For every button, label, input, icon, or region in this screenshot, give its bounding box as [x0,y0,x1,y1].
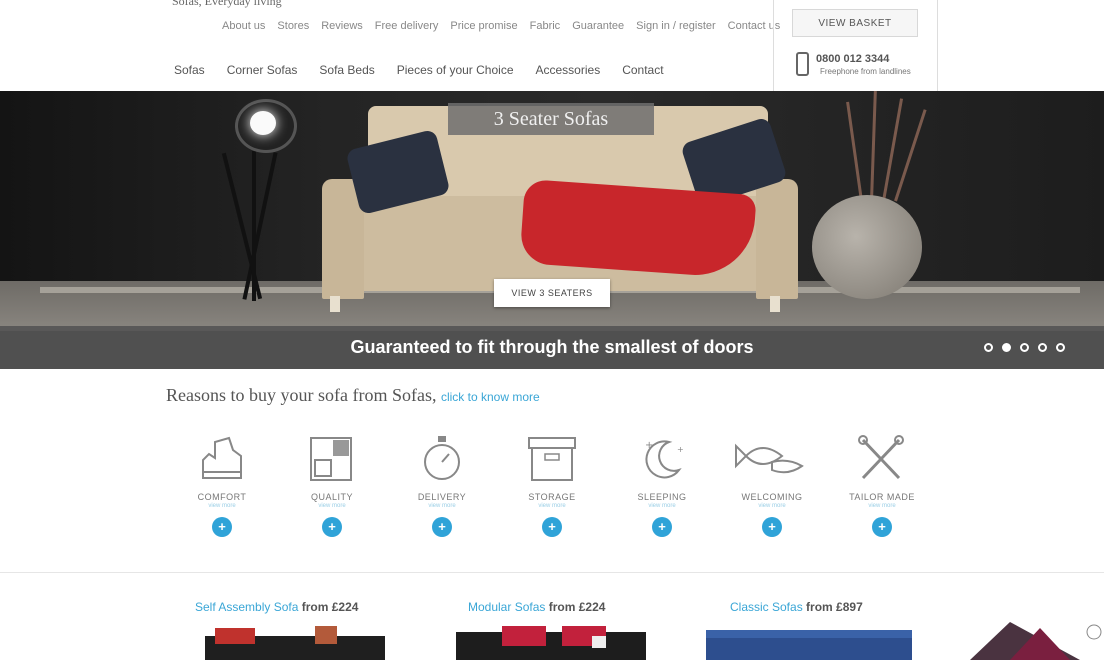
section-divider [0,572,1104,573]
main-nav-item-sofas[interactable]: Sofas [174,63,205,77]
main-nav-item-corner-sofas[interactable]: Corner Sofas [227,63,298,77]
frame-icon [310,437,352,481]
reason-title: STORAGE [528,492,576,502]
svg-text:+: + [677,445,684,454]
top-nav-item[interactable]: Stores [277,20,309,32]
main-nav-item-pieces[interactable]: Pieces of your Choice [397,63,514,77]
reason-item[interactable]: QUALITY view more + [277,432,387,537]
product-price: from £224 [301,600,359,614]
slider-dot[interactable] [984,343,993,352]
site-tagline: Sofas, Everyday living [172,0,282,8]
hero-caption: Guaranteed to fit through the smallest o… [350,337,754,357]
top-nav-item[interactable]: Fabric [530,20,561,32]
reason-item[interactable]: TAILOR MADE view more + [827,432,937,537]
product-name[interactable]: Self Assembly Sofa [195,600,298,614]
reason-title: WELCOMING [741,492,803,502]
sofa-leg [770,296,780,312]
product-title[interactable]: Modular Sofas from £224 [468,600,605,614]
phone-number[interactable]: 0800 012 3344 [816,53,889,65]
reason-item[interactable]: COMFORT view more + [167,432,277,537]
self-assembly-sofa-image[interactable] [195,622,395,660]
lamp-light [250,111,276,135]
hero-cta-button[interactable]: VIEW 3 SEATERS [494,279,610,307]
reasons-heading: Reasons to buy your sofa from Sofas, cli… [166,385,540,406]
product-name[interactable]: Classic Sofas [730,600,803,614]
phone-subtext: Freephone from landlines [820,67,911,76]
top-nav-item[interactable]: Price promise [450,20,517,32]
phone-icon [796,52,809,76]
plus-icon[interactable]: + [322,517,342,537]
reason-sub: view more [648,503,676,509]
main-nav-item-accessories[interactable]: Accessories [536,63,601,77]
sofa-leg [330,296,340,312]
plus-icon[interactable]: + [542,517,562,537]
stopwatch-icon [424,436,460,480]
product-title[interactable]: Self Assembly Sofa from £224 [195,600,358,614]
product-title[interactable]: Classic Sofas from £897 [730,600,863,614]
top-nav: About us Stores Reviews Free delivery Pr… [222,20,780,32]
slider-dots [984,343,1065,352]
top-nav-item[interactable]: Reviews [321,20,363,32]
view-basket-button[interactable]: VIEW BASKET [792,9,918,37]
plus-icon[interactable]: + [652,517,672,537]
sofa-arm [756,179,798,299]
main-nav: Sofas Corner Sofas Sofa Beds Pieces of y… [174,63,664,77]
slider-dot[interactable] [1020,343,1029,352]
reasons-grid: COMFORT view more + QUALITY view more + … [167,432,937,552]
reason-sub: view more [208,503,236,509]
slider-dot-active[interactable] [1002,343,1011,352]
reason-sub: view more [538,503,566,509]
site-header: Sofas, Everyday living About us Stores R… [0,0,1104,91]
reason-sub: view more [868,503,896,509]
reasons-title-text: Reasons to buy your sofa from Sofas, [166,385,437,405]
top-nav-item[interactable]: Sign in / register [636,20,715,32]
hero-title: 3 Seater Sofas [448,103,654,135]
moon-icon: + + [645,440,684,479]
sofa-icon [202,436,242,479]
reason-sub: view more [428,503,456,509]
reason-title: DELIVERY [417,492,467,502]
top-nav-item[interactable]: Free delivery [375,20,439,32]
plus-icon[interactable]: + [212,517,232,537]
reasons-link[interactable]: click to know more [441,390,540,404]
modular-sofa-image[interactable] [452,622,652,660]
plus-icon[interactable]: + [872,517,892,537]
reason-item[interactable]: WELCOMING view more + [717,432,827,537]
classic-sofa-image[interactable] [700,622,920,660]
red-throw [519,179,757,279]
fish-icon [735,443,804,474]
reason-sub: view more [318,503,346,509]
product-price: from £224 [548,600,606,614]
plus-icon[interactable]: + [762,517,782,537]
main-nav-item-contact[interactable]: Contact [622,63,663,77]
box-icon [528,437,576,481]
reason-item[interactable]: STORAGE view more + [497,432,607,537]
lamp-leg [252,151,256,301]
plus-icon[interactable]: + [432,517,452,537]
reason-title: TAILOR MADE [849,492,915,502]
reason-title: QUALITY [310,492,353,502]
reason-item[interactable]: + + SLEEPING view more + [607,432,717,537]
svg-text:+: + [645,440,653,451]
reason-sub: view more [758,503,786,509]
vase [812,195,922,299]
product-price: from £897 [806,600,863,614]
next-product-image[interactable] [970,622,1104,660]
slider-dot[interactable] [1056,343,1065,352]
main-nav-item-sofa-beds[interactable]: Sofa Beds [319,63,374,77]
product-name[interactable]: Modular Sofas [468,600,545,614]
header-side-panel: VIEW BASKET 0800 012 3344 Freephone from… [773,0,938,91]
top-nav-item[interactable]: Guarantee [572,20,624,32]
hero-banner[interactable]: 3 Seater Sofas VIEW 3 SEATERS Guaranteed… [0,91,1104,369]
reason-item[interactable]: DELIVERY view more + [387,432,497,537]
scissors-icon [858,435,904,480]
reason-title: SLEEPING [637,492,687,502]
reason-title: COMFORT [197,492,247,502]
slider-dot[interactable] [1038,343,1047,352]
top-nav-item[interactable]: About us [222,20,265,32]
